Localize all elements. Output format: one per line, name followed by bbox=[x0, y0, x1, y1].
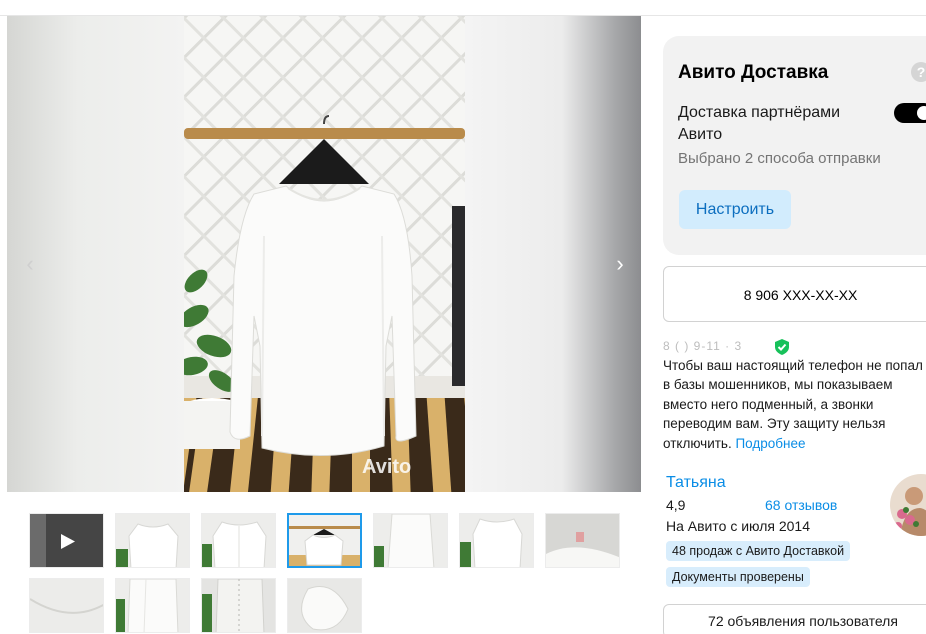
delivery-title: Авито Доставка bbox=[678, 62, 829, 83]
toggle-knob bbox=[917, 106, 926, 120]
thumbnail-photo[interactable] bbox=[201, 578, 276, 633]
thumbnail-photo[interactable] bbox=[545, 513, 620, 568]
delivery-sales-badge: 48 продаж с Авито Доставкой bbox=[666, 541, 851, 561]
privacy-more-link[interactable]: Подробнее bbox=[735, 436, 805, 451]
help-icon[interactable]: ? bbox=[911, 62, 926, 82]
delivery-methods-count: Выбрано 2 способа отправки bbox=[678, 150, 881, 167]
documents-verified-badge: Документы проверены bbox=[666, 567, 810, 587]
main-photo[interactable] bbox=[184, 16, 465, 492]
photo-gallery[interactable]: ‹ › Avito bbox=[7, 16, 641, 492]
masked-phone-number: 8 ( ) 9-11 · 3 bbox=[663, 339, 743, 353]
thumbnail-photo[interactable] bbox=[29, 578, 104, 633]
thumbnail-photo[interactable] bbox=[373, 513, 448, 568]
show-phone-button[interactable]: 8 906 XXX-XX-XX bbox=[663, 266, 926, 322]
thumbnail-photo[interactable] bbox=[201, 513, 276, 568]
thumbnail-video[interactable] bbox=[29, 513, 104, 568]
prev-photo-button[interactable]: ‹ bbox=[18, 252, 42, 276]
shield-check-icon bbox=[775, 339, 789, 355]
top-divider bbox=[0, 0, 926, 16]
avito-watermark: Avito bbox=[362, 456, 412, 478]
delivery-toggle[interactable] bbox=[894, 103, 926, 123]
phone-privacy-note: Чтобы ваш настоящий телефон не попал в б… bbox=[663, 356, 926, 453]
thumbnail-photo[interactable] bbox=[115, 513, 190, 568]
thumbnail-photo-selected[interactable] bbox=[287, 513, 362, 568]
seller-rating: 4,9 bbox=[666, 497, 686, 513]
thumbnail-photo[interactable] bbox=[459, 513, 534, 568]
setup-delivery-button[interactable]: Настроить bbox=[679, 190, 791, 229]
seller-reviews-link[interactable]: 68 отзывов bbox=[765, 497, 837, 513]
delivery-description: Доставка партнёрами Авито bbox=[678, 104, 841, 143]
thumbnail-photo[interactable] bbox=[115, 578, 190, 633]
seller-avatar[interactable] bbox=[890, 474, 926, 536]
next-photo-button[interactable]: › bbox=[608, 252, 632, 276]
seller-since: На Авито с июля 2014 bbox=[666, 518, 810, 534]
seller-ads-button[interactable]: 72 объявления пользователя bbox=[663, 604, 926, 634]
seller-name-link[interactable]: Татьяна bbox=[666, 474, 726, 492]
delivery-card: Авито Доставка ? Доставка партнёрами Ави… bbox=[663, 36, 926, 255]
thumbnail-photo[interactable] bbox=[287, 578, 362, 633]
